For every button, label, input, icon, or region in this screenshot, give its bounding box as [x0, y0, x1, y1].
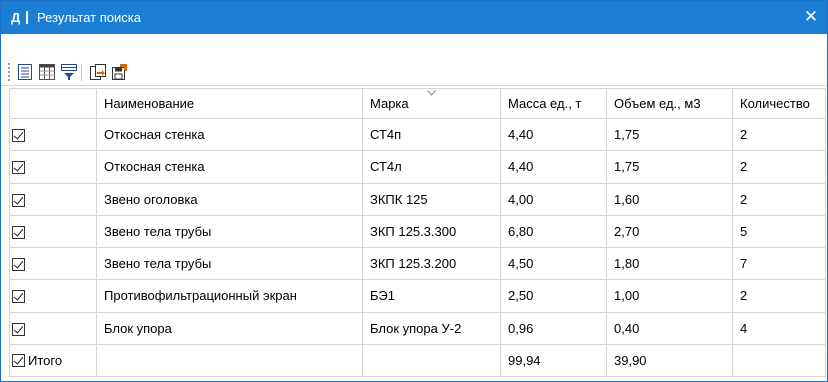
cell-mass: 4,40 — [500, 150, 607, 184]
total-cell-quantity — [732, 343, 826, 378]
cell-volume: 0,40 — [606, 311, 733, 345]
close-button[interactable]: ✕ — [801, 7, 821, 27]
row-checkbox-cell[interactable] — [9, 246, 97, 281]
cell-name: Противофильтрационный экран — [96, 279, 363, 313]
table-row[interactable]: Откосная стенка СТ4п 4,40 1,75 2 — [9, 117, 826, 152]
cell-volume: 1,80 — [606, 246, 733, 281]
save-export-icon[interactable] — [111, 63, 129, 81]
cell-name: Откосная стенка — [96, 117, 363, 152]
cell-name: Откосная стенка — [96, 150, 363, 184]
column-header-quantity[interactable]: Количество — [732, 88, 826, 119]
cell-name: Звено тела трубы — [96, 246, 363, 281]
row-checkbox-cell[interactable] — [9, 117, 97, 152]
cell-quantity: 4 — [732, 311, 826, 345]
row-checkbox-cell[interactable] — [9, 150, 97, 184]
cell-name: Звено тела трубы — [96, 214, 363, 249]
sort-indicator-icon — [426, 90, 436, 96]
total-cell-name — [96, 343, 363, 378]
total-label: Итого — [28, 353, 63, 369]
row-checkbox-cell[interactable] — [9, 182, 97, 216]
cell-mark: ЗКПК 125 — [362, 182, 501, 216]
toolbar-separator — [81, 64, 82, 81]
cell-volume: 1,75 — [606, 117, 733, 152]
cell-mass: 4,00 — [500, 182, 607, 216]
column-header-mark[interactable]: Марка — [362, 88, 501, 119]
cell-mark: ЗКП 125.3.200 — [362, 246, 501, 281]
column-header-name[interactable]: Наименование — [96, 88, 363, 119]
row-checkbox-cell[interactable] — [9, 311, 97, 345]
cell-mark: БЭ1 — [362, 279, 501, 313]
cell-quantity: 2 — [732, 279, 826, 313]
cell-mark: ЗКП 125.3.300 — [362, 214, 501, 249]
results-table: Наименование Марка Масса ед., т Объем ед… — [9, 88, 826, 378]
row-checkbox-cell[interactable] — [9, 279, 97, 313]
table-row[interactable]: Звено оголовка ЗКПК 125 4,00 1,60 2 — [9, 182, 826, 216]
cell-volume: 1,60 — [606, 182, 733, 216]
table-row[interactable]: Звено тела трубы ЗКП 125.3.200 4,50 1,80… — [9, 246, 826, 281]
total-row: Итого 99,94 39,90 — [9, 343, 826, 378]
table-row[interactable]: Откосная стенка СТ4л 4,40 1,75 2 — [9, 150, 826, 184]
cell-quantity: 5 — [732, 214, 826, 249]
toolbar-grip-icon[interactable] — [8, 63, 11, 81]
total-checkbox-cell[interactable]: Итого — [9, 343, 97, 378]
row-checkbox[interactable] — [12, 290, 25, 304]
window-title: Результат поиска — [37, 10, 141, 25]
row-checkbox[interactable] — [12, 258, 25, 272]
cell-quantity: 2 — [732, 117, 826, 152]
cell-mark: СТ4л — [362, 150, 501, 184]
table-row[interactable]: Противофильтрационный экран БЭ1 2,50 1,0… — [9, 279, 826, 313]
cell-name: Блок упора — [96, 311, 363, 345]
table-header-row: Наименование Марка Масса ед., т Объем ед… — [9, 88, 826, 119]
cell-quantity: 7 — [732, 246, 826, 281]
cell-mark: Блок упора У-2 — [362, 311, 501, 345]
cell-mass: 6,80 — [500, 214, 607, 249]
row-checkbox[interactable] — [12, 193, 25, 207]
cell-volume: 1,75 — [606, 150, 733, 184]
export-icon[interactable] — [89, 63, 107, 81]
column-header-mass[interactable]: Масса ед., т — [500, 88, 607, 119]
column-header-volume[interactable]: Объем ед., м3 — [606, 88, 733, 119]
table-row[interactable]: Звено тела трубы ЗКП 125.3.300 6,80 2,70… — [9, 214, 826, 249]
cell-mass: 0,96 — [500, 311, 607, 345]
row-checkbox[interactable] — [12, 225, 25, 239]
cell-volume: 1,00 — [606, 279, 733, 313]
row-checkbox-cell[interactable] — [9, 214, 97, 249]
total-cell-mark — [362, 343, 501, 378]
cell-name: Звено оголовка — [96, 182, 363, 216]
table-row[interactable]: Блок упора Блок упора У-2 0,96 0,40 4 — [9, 311, 826, 345]
cell-quantity: 2 — [732, 182, 826, 216]
cell-mass: 4,50 — [500, 246, 607, 281]
total-volume: 39,90 — [606, 343, 733, 378]
columns-setup-icon[interactable] — [38, 63, 56, 81]
cell-mass: 2,50 — [500, 279, 607, 313]
cell-volume: 2,70 — [606, 214, 733, 249]
close-icon: ✕ — [803, 7, 819, 26]
cell-quantity: 2 — [732, 150, 826, 184]
column-header-mark-label: Марка — [370, 96, 409, 111]
total-mass: 99,94 — [500, 343, 607, 378]
app-icon: Д — [11, 10, 28, 25]
total-checkbox[interactable] — [12, 354, 25, 368]
filter-sort-icon[interactable] — [60, 63, 78, 81]
title-bar[interactable]: Д Результат поиска ✕ — [1, 1, 827, 34]
header-checkbox-column[interactable] — [9, 88, 97, 119]
row-checkbox[interactable] — [12, 129, 25, 143]
app-icon-letter: Д — [11, 10, 21, 25]
cell-mass: 4,40 — [500, 117, 607, 152]
row-checkbox[interactable] — [12, 161, 25, 175]
cell-mark: СТ4п — [362, 117, 501, 152]
list-view-icon[interactable] — [16, 63, 34, 81]
row-checkbox[interactable] — [12, 322, 25, 336]
